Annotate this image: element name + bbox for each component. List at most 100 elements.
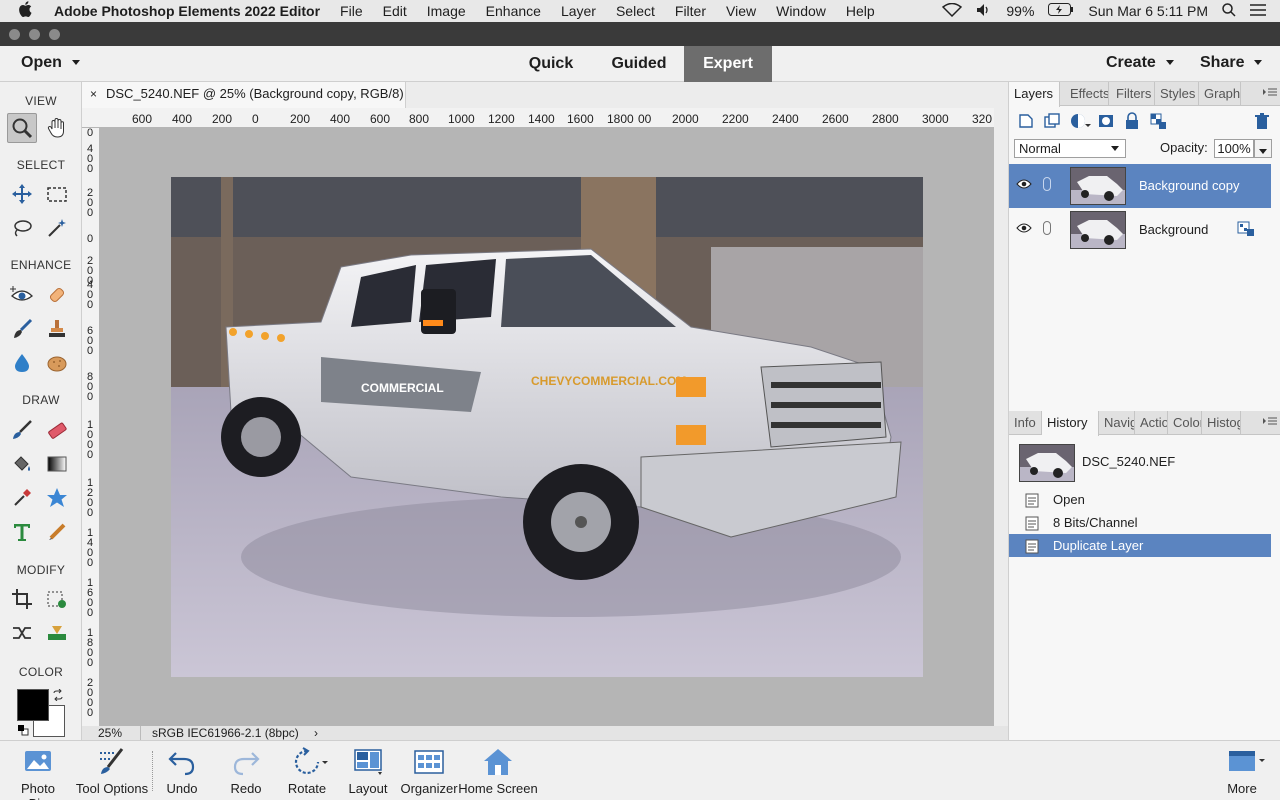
opacity-dropdown-button[interactable]	[1254, 139, 1272, 158]
control-center-icon[interactable]	[1250, 3, 1266, 19]
status-info-arrow-icon[interactable]: ›	[314, 726, 318, 740]
menu-filter[interactable]: Filter	[675, 3, 706, 19]
new-group-icon[interactable]	[1043, 112, 1061, 130]
vertical-scrollbar[interactable]	[994, 108, 1008, 726]
mode-tab-guided[interactable]: Guided	[596, 46, 682, 82]
vertical-ruler[interactable]: 0 400 200 0 200 400 600 800 1000 1200 14…	[82, 128, 100, 726]
tab-histogram[interactable]: Histogram	[1202, 411, 1241, 435]
document-photo[interactable]: COMMERCIAL CHEVYCOMMERCIAL.COM	[171, 177, 923, 677]
volume-icon[interactable]	[976, 3, 992, 20]
spot-healing-brush-icon[interactable]	[42, 280, 72, 310]
menu-select[interactable]: Select	[616, 3, 655, 19]
layer-link-icon[interactable]	[1043, 221, 1051, 235]
pencil-tool-icon[interactable]	[42, 517, 72, 547]
menu-edit[interactable]: Edit	[383, 3, 407, 19]
adjustment-layer-icon[interactable]	[1069, 112, 1091, 130]
crop-tool-icon[interactable]	[7, 584, 37, 614]
photo-bin-button[interactable]: Photo Bin	[10, 747, 66, 800]
recompose-tool-icon[interactable]	[42, 584, 72, 614]
window-close-button[interactable]	[9, 29, 20, 40]
layer-row-background[interactable]: Background	[1009, 208, 1271, 252]
content-aware-move-tool-icon[interactable]	[7, 618, 37, 648]
mode-tab-expert[interactable]: Expert	[684, 46, 772, 82]
history-snapshot-thumbnail[interactable]	[1019, 444, 1075, 482]
layer-row-background-copy[interactable]: Background copy	[1009, 164, 1271, 208]
window-zoom-button[interactable]	[49, 29, 60, 40]
lock-transparent-pixels-icon[interactable]	[1149, 112, 1167, 130]
gradient-tool-icon[interactable]	[42, 449, 72, 479]
layer-mask-icon[interactable]	[1097, 112, 1115, 130]
history-step-open[interactable]: Open	[1009, 488, 1271, 511]
blend-mode-select[interactable]: Normal	[1014, 139, 1126, 158]
menu-help[interactable]: Help	[846, 3, 875, 19]
mode-tab-quick[interactable]: Quick	[512, 46, 590, 82]
spotlight-search-icon[interactable]	[1222, 2, 1236, 20]
organizer-button[interactable]: Organizer	[400, 747, 458, 796]
tab-filters[interactable]: Filters	[1111, 82, 1155, 106]
magic-wand-tool-icon[interactable]	[42, 213, 72, 243]
layout-button[interactable]: Layout	[346, 747, 390, 796]
type-tool-icon[interactable]	[7, 517, 37, 547]
tab-effects[interactable]: Effects	[1065, 82, 1109, 106]
history-step-duplicate-layer[interactable]: Duplicate Layer	[1009, 534, 1271, 557]
open-button[interactable]: Open	[21, 54, 80, 72]
smart-brush-tool-icon[interactable]	[7, 314, 37, 344]
hand-tool-icon[interactable]	[42, 113, 72, 143]
tab-layers[interactable]: Layers	[1009, 82, 1060, 107]
create-button[interactable]: Create	[1106, 54, 1174, 72]
red-eye-removal-tool-icon[interactable]	[7, 280, 37, 310]
more-button[interactable]: More	[1222, 747, 1265, 796]
custom-shape-tool-icon[interactable]	[42, 483, 72, 513]
horizontal-ruler[interactable]: 600 400 200 0 200 400 600 800 1000 1200 …	[82, 108, 994, 128]
apple-menu-icon[interactable]	[18, 1, 40, 21]
redo-button[interactable]: Redo	[226, 747, 266, 796]
battery-icon[interactable]	[1048, 3, 1074, 19]
sponge-tool-icon[interactable]	[42, 348, 72, 378]
layers-panel-menu-icon[interactable]	[1263, 86, 1277, 100]
layer-link-icon[interactable]	[1043, 177, 1051, 191]
tool-options-button[interactable]: Tool Options	[74, 747, 150, 796]
menu-enhance[interactable]: Enhance	[486, 3, 541, 19]
move-tool-icon[interactable]	[7, 179, 37, 209]
tab-navigator[interactable]: Navigator	[1099, 411, 1135, 435]
brush-tool-icon[interactable]	[7, 415, 37, 445]
undo-button[interactable]: Undo	[162, 747, 202, 796]
share-button[interactable]: Share	[1200, 54, 1263, 72]
lasso-tool-icon[interactable]	[7, 213, 37, 243]
history-step-8-bits[interactable]: 8 Bits/Channel	[1009, 511, 1271, 534]
eraser-tool-icon[interactable]	[42, 415, 72, 445]
tab-color[interactable]: Color	[1168, 411, 1202, 435]
tab-actions[interactable]: Actions	[1135, 411, 1168, 435]
layer-visibility-eye-icon[interactable]	[1016, 222, 1032, 234]
zoom-tool-icon[interactable]	[7, 113, 37, 143]
layer-visibility-eye-icon[interactable]	[1016, 178, 1032, 190]
paint-bucket-tool-icon[interactable]	[7, 449, 37, 479]
zoom-level[interactable]: 25%	[98, 726, 122, 740]
home-screen-button[interactable]: Home Screen	[458, 747, 538, 796]
delete-layer-icon[interactable]	[1253, 112, 1271, 130]
new-layer-icon[interactable]	[1017, 112, 1035, 130]
foreground-color-swatch[interactable]	[17, 689, 49, 721]
menu-layer[interactable]: Layer	[561, 3, 596, 19]
menu-window[interactable]: Window	[776, 3, 826, 19]
menu-image[interactable]: Image	[427, 3, 466, 19]
opacity-input[interactable]: 100%	[1214, 139, 1254, 158]
blur-tool-icon[interactable]	[7, 348, 37, 378]
document-tab[interactable]: × DSC_5240.NEF @ 25% (Background copy, R…	[82, 82, 406, 125]
app-name-menu[interactable]: Adobe Photoshop Elements 2022 Editor	[54, 3, 320, 19]
swap-colors-icon[interactable]	[52, 688, 64, 704]
history-panel-menu-icon[interactable]	[1263, 415, 1277, 429]
window-minimize-button[interactable]	[29, 29, 40, 40]
tab-history[interactable]: History	[1042, 411, 1099, 436]
tab-graphics[interactable]: Graphics	[1199, 82, 1241, 106]
straighten-tool-icon[interactable]	[42, 618, 72, 648]
lock-all-pixels-icon[interactable]	[1123, 112, 1141, 130]
tab-styles[interactable]: Styles	[1155, 82, 1199, 106]
image-canvas-area[interactable]: COMMERCIAL CHEVYCOMMERCIAL.COM	[100, 128, 994, 726]
background-lock-icon[interactable]	[1237, 221, 1255, 237]
clock[interactable]: Sun Mar 6 5:11 PM	[1088, 3, 1208, 19]
clone-stamp-tool-icon[interactable]	[42, 314, 72, 344]
rectangular-marquee-tool-icon[interactable]	[42, 179, 72, 209]
eyedropper-tool-icon[interactable]	[7, 483, 37, 513]
tab-info[interactable]: Info	[1009, 411, 1042, 435]
